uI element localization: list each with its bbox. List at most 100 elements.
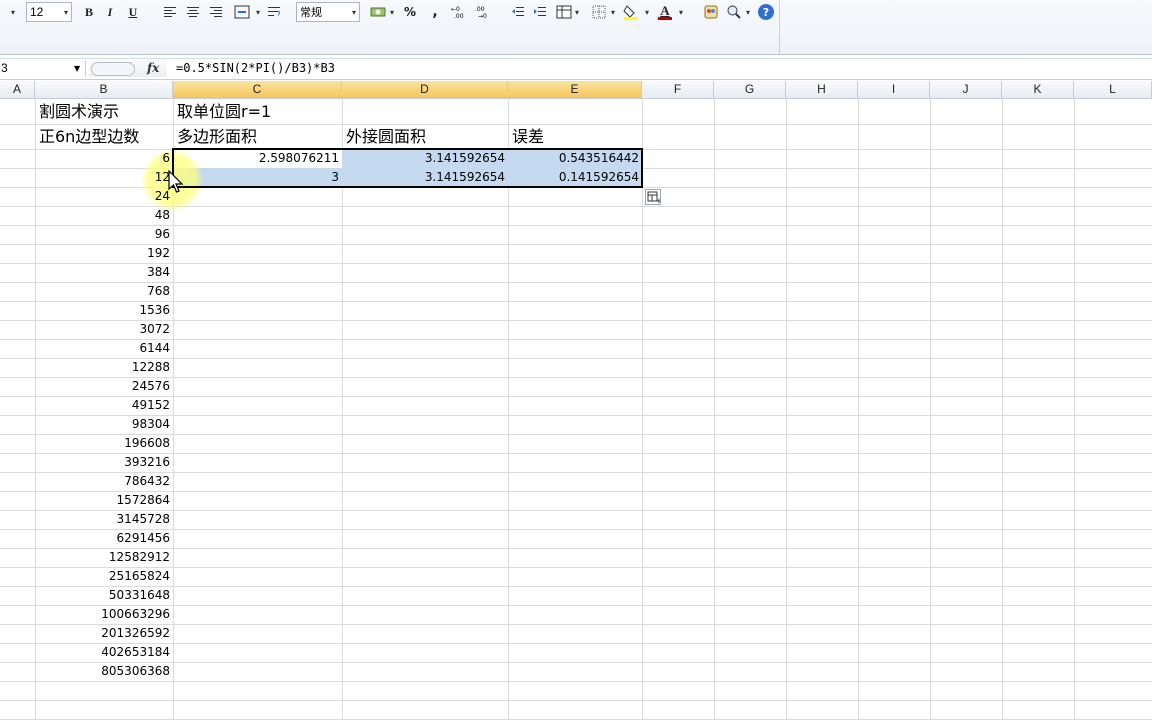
currency-icon[interactable] xyxy=(368,2,388,22)
cell-b24[interactable]: 12582912 xyxy=(35,548,170,567)
column-header-b[interactable]: B xyxy=(35,81,173,99)
font-size-value: 12 xyxy=(30,5,44,19)
merge-dropdown[interactable]: ▾ xyxy=(253,2,263,22)
cell-e2[interactable]: 误差 xyxy=(512,127,544,146)
decrease-indent-icon[interactable] xyxy=(508,2,528,22)
cell-b8[interactable]: 192 xyxy=(35,244,170,263)
column-header-f[interactable]: F xyxy=(642,81,714,99)
cell-b22[interactable]: 3145728 xyxy=(35,510,170,529)
decrease-decimal-icon[interactable]: .00 →0 xyxy=(473,2,493,22)
cell-b7[interactable]: 96 xyxy=(35,225,170,244)
cell-b1[interactable]: 割圆术演示 xyxy=(39,102,119,121)
find-dropdown[interactable]: ▾ xyxy=(743,2,753,22)
format-cells-dropdown[interactable]: ▾ xyxy=(572,2,582,22)
mouse-pointer-icon xyxy=(168,170,184,193)
cell-b21[interactable]: 1572864 xyxy=(35,491,170,510)
italic-button[interactable]: I xyxy=(101,2,119,22)
grid-row-line xyxy=(0,700,1152,701)
paste-options-icon: + xyxy=(647,191,662,205)
column-header-c[interactable]: C xyxy=(173,81,342,99)
cell-b25[interactable]: 25165824 xyxy=(35,567,170,586)
cell-b11[interactable]: 1536 xyxy=(35,301,170,320)
cell-styles-icon[interactable] xyxy=(701,2,721,22)
help-icon[interactable]: ? xyxy=(756,2,776,22)
cell-b6[interactable]: 48 xyxy=(35,206,170,225)
selection-range-border xyxy=(172,148,643,188)
increase-decimal-icon[interactable]: ←0.00 xyxy=(449,2,469,22)
column-header-d[interactable]: D xyxy=(342,81,508,99)
percent-button[interactable]: % xyxy=(401,2,419,22)
formula-input[interactable]: =0.5*SIN(2*PI()/B3)*B3 xyxy=(176,60,335,77)
cell-b23[interactable]: 6291456 xyxy=(35,529,170,548)
column-header-g[interactable]: G xyxy=(714,81,786,99)
cell-b14[interactable]: 12288 xyxy=(35,358,170,377)
align-center-icon[interactable] xyxy=(183,2,203,22)
cell-b13[interactable]: 6144 xyxy=(35,339,170,358)
number-format-dropdown[interactable]: ▾ xyxy=(349,2,359,22)
column-header-h[interactable]: H xyxy=(786,81,858,99)
grid-row-line xyxy=(0,567,1152,568)
borders-dropdown[interactable]: ▾ xyxy=(608,2,618,22)
formula-splitter[interactable] xyxy=(91,62,135,76)
cell-b9[interactable]: 384 xyxy=(35,263,170,282)
underline-button[interactable]: U xyxy=(124,2,142,22)
align-right-icon[interactable] xyxy=(206,2,226,22)
grid-row-line xyxy=(0,339,1152,340)
svg-text:→0: →0 xyxy=(478,13,487,19)
wrap-text-icon[interactable] xyxy=(264,2,284,22)
cell-b15[interactable]: 24576 xyxy=(35,377,170,396)
cell-b16[interactable]: 49152 xyxy=(35,396,170,415)
cell-d2[interactable]: 外接圆面积 xyxy=(346,127,426,146)
cell-b19[interactable]: 393216 xyxy=(35,453,170,472)
cell-b26[interactable]: 50331648 xyxy=(35,586,170,605)
name-box-dropdown-icon[interactable]: ▼ xyxy=(74,60,80,77)
find-icon[interactable] xyxy=(724,2,744,22)
align-left-icon[interactable] xyxy=(160,2,180,22)
cell-b12[interactable]: 3072 xyxy=(35,320,170,339)
cell-b5[interactable]: 24 xyxy=(35,187,170,206)
column-header-a[interactable]: A xyxy=(0,81,35,99)
increase-indent-icon[interactable] xyxy=(530,2,550,22)
bold-button[interactable]: B xyxy=(80,2,98,22)
fill-color-icon[interactable] xyxy=(621,2,641,22)
cell-b20[interactable]: 786432 xyxy=(35,472,170,491)
column-header-j[interactable]: J xyxy=(930,81,1002,99)
fill-color-dropdown[interactable]: ▾ xyxy=(642,2,652,22)
currency-dropdown[interactable]: ▾ xyxy=(387,2,397,22)
font-size-dropdown[interactable]: ▾ xyxy=(61,2,71,22)
comma-button[interactable]: , xyxy=(426,2,444,22)
grid-row-line xyxy=(0,282,1152,283)
column-header-l[interactable]: L xyxy=(1074,81,1152,99)
paste-options-button[interactable]: + xyxy=(645,189,662,205)
format-cells-icon[interactable] xyxy=(554,2,574,22)
grid-row-line xyxy=(0,586,1152,587)
svg-text:+: + xyxy=(656,197,660,204)
grid-row-line xyxy=(0,529,1152,530)
cell-c2[interactable]: 多边形面积 xyxy=(177,127,257,146)
cell-b27[interactable]: 100663296 xyxy=(35,605,170,624)
cell-b17[interactable]: 98304 xyxy=(35,415,170,434)
grid-row-line xyxy=(0,662,1152,663)
merge-center-icon[interactable] xyxy=(231,2,253,22)
cell-b18[interactable]: 196608 xyxy=(35,434,170,453)
grid-column-line xyxy=(1074,99,1075,720)
font-name-dropdown[interactable]: ▾ xyxy=(8,2,18,22)
borders-icon[interactable] xyxy=(589,2,609,22)
font-color-dropdown[interactable]: ▾ xyxy=(676,2,686,22)
svg-text:?: ? xyxy=(763,6,769,19)
font-color-icon[interactable]: A xyxy=(655,2,675,22)
insert-function-icon[interactable]: fx xyxy=(147,60,159,77)
column-header-i[interactable]: I xyxy=(858,81,930,99)
cell-b29[interactable]: 402653184 xyxy=(35,643,170,662)
cell-b10[interactable]: 768 xyxy=(35,282,170,301)
column-header-k[interactable]: K xyxy=(1002,81,1074,99)
column-header-e[interactable]: E xyxy=(508,81,642,99)
grid-row-line xyxy=(0,605,1152,606)
cell-b30[interactable]: 805306368 xyxy=(35,662,170,681)
number-format-value: 常规 xyxy=(300,6,322,19)
cell-b28[interactable]: 201326592 xyxy=(35,624,170,643)
cell-c1[interactable]: 取单位圆r=1 xyxy=(177,102,271,121)
cell-b3[interactable]: 6 xyxy=(35,149,170,168)
cell-b2[interactable]: 正6n边型边数 xyxy=(39,127,139,146)
cell-b4[interactable]: 12 xyxy=(35,168,170,187)
